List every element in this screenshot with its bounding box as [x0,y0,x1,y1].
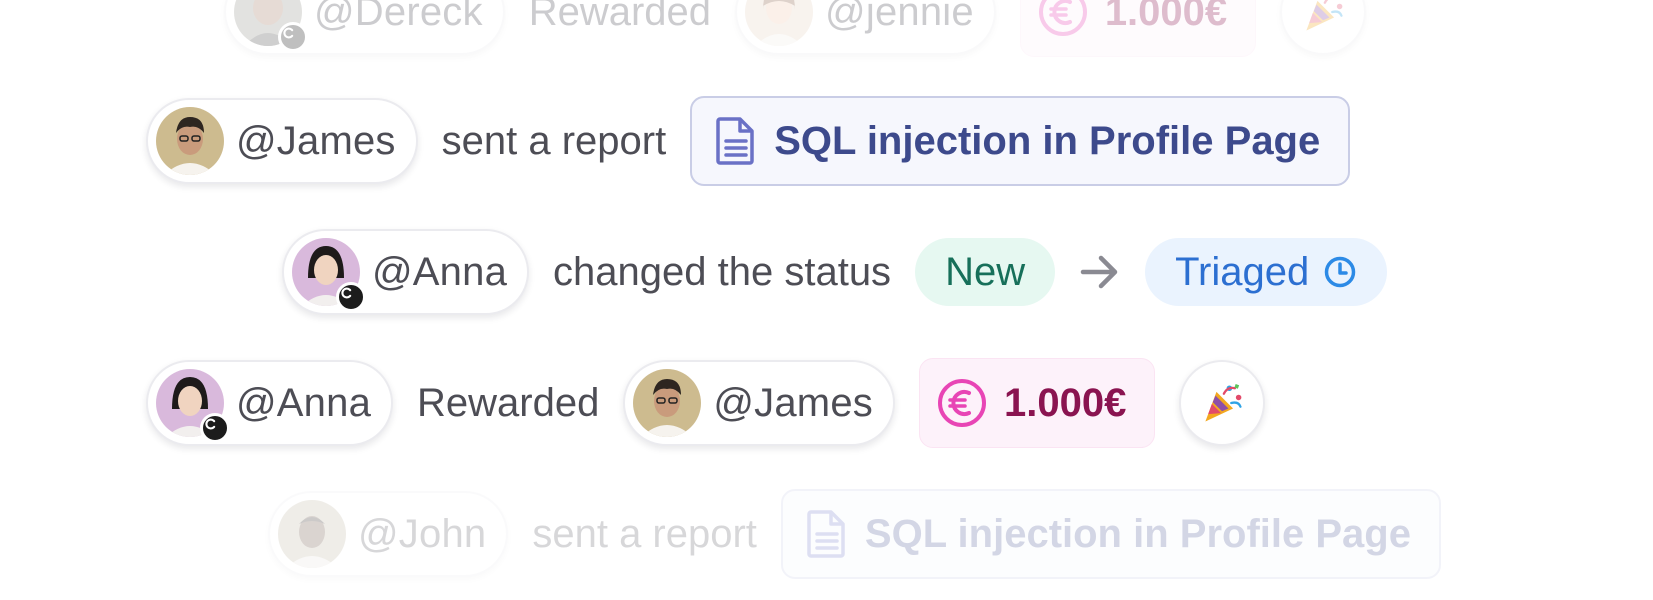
user-handle: @James [713,380,873,425]
user-chip-dereck[interactable]: @Dereck [224,0,505,55]
avatar [745,0,814,46]
activity-row-report: @James sent a report SQL injection in Pr… [146,95,1351,187]
report-link[interactable]: SQL injection in Profile Page [690,96,1351,186]
action-text: sent a report [441,118,667,163]
avatar [278,500,346,568]
report-link[interactable]: SQL injection in Profile Page [780,489,1441,579]
document-icon [714,115,758,167]
user-chip-james[interactable]: @James [623,360,895,446]
document-icon [805,508,849,560]
action-text: sent a report [532,511,757,556]
user-handle: @Dereck [314,0,483,34]
reward-amount-chip: 1.000€ [1019,0,1257,57]
user-chip-jennie[interactable]: @jennie [735,0,996,55]
reward-amount: 1.000€ [1003,380,1127,425]
avatar-badge [278,22,308,52]
user-chip-james[interactable]: @James [146,98,418,184]
avatar [156,107,224,175]
report-title: SQL injection in Profile Page [774,118,1321,163]
avatar-badge [200,413,230,443]
euro-icon [1037,0,1089,38]
celebration-button[interactable] [1179,360,1266,446]
activity-row-status-change: @Anna changed the status New Triaged [282,226,1388,318]
activity-row-rewarded-top: @Dereck Rewarded @jennie 1.000€ [224,0,1367,58]
action-text: changed the status [553,249,892,294]
user-chip-anna[interactable]: @Anna [282,229,530,315]
activity-row-rewarded: @Anna Rewarded @James 1.000€ [146,357,1266,449]
avatar [156,369,230,443]
avatar [234,0,308,52]
status-badge-new: New [915,238,1056,306]
euro-icon [936,377,988,429]
user-handle: @Anna [372,249,508,294]
avatar-badge [336,282,366,312]
user-chip-john[interactable]: @John [268,491,509,577]
user-handle: @John [358,511,487,556]
avatar [633,369,702,437]
status-label: Triaged [1175,249,1310,294]
party-popper-icon [1299,0,1347,36]
user-handle: @jennie [825,0,974,34]
reward-amount-chip: 1.000€ [918,358,1156,448]
action-text: Rewarded [417,380,600,425]
user-handle: @James [236,118,396,163]
avatar [292,238,366,312]
reward-amount: 1.000€ [1104,0,1228,34]
party-popper-icon [1198,379,1246,427]
clock-icon [1324,256,1356,288]
status-badge-triaged: Triaged [1145,238,1388,306]
celebration-button[interactable] [1280,0,1367,55]
report-title: SQL injection in Profile Page [864,511,1411,556]
user-chip-anna[interactable]: @Anna [146,360,394,446]
activity-row-report-bottom: @John sent a report SQL injection in Pro… [268,488,1441,580]
status-label: New [945,249,1026,294]
user-handle: @Anna [236,380,372,425]
arrow-right-icon [1080,255,1118,289]
action-text: Rewarded [528,0,712,34]
